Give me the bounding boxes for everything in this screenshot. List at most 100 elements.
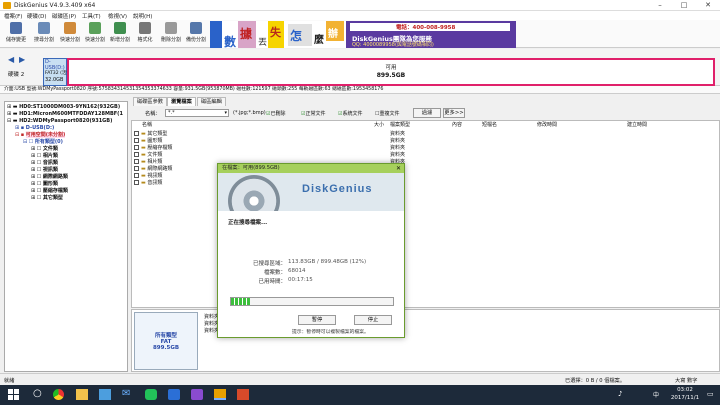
prev-disk-arrow-icon[interactable]: ◀ [8, 55, 14, 64]
tree-type-item[interactable]: ⊞ ☐ 相片類 [31, 153, 58, 160]
menu-tools[interactable]: 工具(T) [82, 12, 101, 20]
more-button[interactable]: 更多>> [443, 108, 465, 118]
tree-type-item[interactable]: ⊞ ☐ 網際網路類 [31, 174, 68, 181]
file-explorer-icon[interactable] [76, 389, 88, 400]
searched-value: 113.83GB / 899.48GB (12%) [288, 259, 367, 265]
table-row[interactable]: ▬ 圖形類 資料夾 [134, 138, 405, 145]
menu-view[interactable]: 檢視(V) [108, 12, 127, 20]
folder-icon: ▬ [141, 152, 146, 158]
tree-disk-hd2[interactable]: ⊟ ▬ HD2:WDMyPassport0820(931GB) [7, 118, 112, 125]
row-checkbox[interactable] [134, 180, 139, 185]
app-icon[interactable] [168, 389, 180, 400]
tree-type-item[interactable]: ⊞ ☐ 其它類型 [31, 195, 63, 202]
partition-block-dusb[interactable]: D-USB(D:) FAT32 (活動) 32.0GB [43, 58, 73, 86]
duplicate-files-checkbox[interactable]: ☐重複文件 [375, 110, 400, 117]
files-value: 68014 [288, 268, 306, 274]
pause-button[interactable]: 暫停 [298, 315, 336, 325]
free-space-block[interactable]: 可用 899.5GB [67, 58, 715, 86]
input-lang[interactable]: 中 [653, 390, 659, 399]
row-checkbox[interactable] [134, 131, 139, 136]
tab-browse-files[interactable]: 瀏覽檔案 [167, 97, 196, 106]
tree-type-item[interactable]: ⊞ ☐ 壓縮存檔類 [31, 188, 68, 195]
notification-icon[interactable]: ▭ [707, 390, 714, 398]
recover-file-button[interactable]: 快速分割 [56, 21, 84, 47]
tree-type-item[interactable]: ⊞ ☐ 圖形類 [31, 181, 58, 188]
col-size[interactable]: 大小 [374, 121, 384, 129]
disk-tree[interactable]: ⊞ ▬ HD0:ST1000DM003-9YN162(932GB) ⊞ ▬ HD… [4, 101, 128, 372]
menu-partition[interactable]: 磁碟區(P) [52, 12, 76, 20]
search-icon[interactable]: ○ [33, 388, 42, 399]
row-checkbox[interactable] [134, 152, 139, 157]
quick-partition-button[interactable]: 快速分割 [81, 21, 109, 47]
folder-icon: ▬ [141, 166, 146, 172]
table-row[interactable]: ▬ 其它類型 資料夾 [134, 131, 405, 138]
clock-time[interactable]: 03:02 [670, 387, 700, 393]
free-size: 899.5GB [376, 72, 406, 79]
diskgenius-taskbar-icon[interactable] [214, 389, 226, 400]
name-filter-input[interactable]: *.* ▾ [165, 109, 229, 117]
filter-button[interactable]: 過濾 [413, 108, 441, 118]
row-checkbox[interactable] [134, 145, 139, 150]
chrome-icon[interactable] [53, 389, 64, 400]
banner-char: 怎 [290, 29, 303, 43]
row-checkbox[interactable] [134, 138, 139, 143]
row-checkbox[interactable] [134, 173, 139, 178]
save-changes-button[interactable]: 儲存變更 [2, 21, 30, 47]
menu-file[interactable]: 檔案(F) [4, 12, 22, 20]
next-disk-arrow-icon[interactable]: ▶ [19, 55, 25, 64]
tab-sector-editor[interactable]: 磁區編輯 [197, 97, 226, 106]
tree-partition-dusb[interactable]: ⊞ ▪ D-USB(D:) [15, 125, 54, 132]
mail-icon[interactable]: ✉ [122, 388, 130, 399]
table-row[interactable]: ▬ 視訊類資料夾 [134, 173, 405, 180]
system-files-checkbox[interactable]: ☑系統文件 [338, 110, 363, 117]
table-row[interactable]: ▬ 壓縮存檔類 資料夾 [134, 145, 405, 152]
dialog-status: 正在搜尋檔案... [228, 220, 268, 226]
table-row[interactable]: ▬ 音訊類資料夾 [134, 180, 405, 187]
ad-banner[interactable]: 數 據 丟 失 怎 麼 辦 電話：400-008-9958 DiskGenius… [210, 21, 516, 49]
dialog-close-icon[interactable]: ✕ [396, 164, 401, 173]
row-checkbox[interactable] [134, 166, 139, 171]
menu-help[interactable]: 說明(H) [133, 12, 152, 20]
searched-label: 已搜尋區域： [252, 261, 286, 267]
app-icon[interactable] [191, 389, 203, 400]
tree-type-item[interactable]: ⊞ ☐ 視訊類 [31, 167, 58, 174]
volume-icon[interactable]: ♪ [618, 390, 622, 398]
col-type[interactable]: 檔案類型 [390, 121, 410, 129]
tree-free-space[interactable]: ⊟ ▪ 可用空間(未分割) [15, 132, 66, 139]
col-name[interactable]: 名稱 [142, 121, 152, 129]
delete-partition-button[interactable]: 刪除分割 [157, 21, 185, 47]
close-button[interactable]: ✕ [696, 1, 720, 10]
tree-type-item[interactable]: ⊞ ☐ 音訊類 [31, 160, 58, 167]
col-attr[interactable]: 內容 [452, 121, 462, 129]
table-row[interactable]: ▬ 網際網路類資料夾 [134, 166, 405, 173]
deleted-checkbox[interactable]: ☑已刪除 [266, 110, 286, 117]
search-progress-bar [230, 297, 394, 306]
clock-date[interactable]: 2017/11/1 [665, 395, 705, 401]
tree-all-types[interactable]: ⊟ ☐ 所有類型(0) [23, 139, 63, 146]
tab-partition-params[interactable]: 磁碟區參數 [133, 97, 167, 106]
col-created[interactable]: 建立時間 [627, 121, 647, 129]
windows-start-icon[interactable] [8, 389, 19, 400]
tree-disk-hd0[interactable]: ⊞ ▬ HD0:ST1000DM003-9YN162(932GB) [7, 104, 120, 111]
free-label: 可用 [385, 65, 397, 71]
format-button[interactable]: 格式化 [131, 21, 159, 47]
minimize-button[interactable]: – [648, 1, 672, 10]
tree-type-item[interactable]: ⊞ ☐ 文件類 [31, 146, 58, 153]
tree-disk-hd1[interactable]: ⊞ ▬ HD1:MicronM600MTFDDAY128MBF(1 [7, 111, 123, 118]
backup-partition-button[interactable]: 備份分割 [182, 21, 210, 47]
folder-icon: ▬ [141, 159, 146, 165]
row-checkbox[interactable] [134, 159, 139, 164]
new-partition-button[interactable]: 新增分割 [106, 21, 134, 47]
table-row[interactable]: ▬ 文件類 資料夾 [134, 152, 405, 159]
maximize-button[interactable]: □ [672, 1, 696, 10]
col-shortname[interactable]: 短檔名 [482, 121, 497, 129]
menu-disk[interactable]: 硬碟(D) [27, 12, 47, 20]
app-icon[interactable] [237, 389, 249, 400]
search-partition-button[interactable]: 搜尋分割 [30, 21, 58, 47]
line-icon[interactable] [145, 389, 157, 400]
table-row[interactable]: ▬ 相片類 資料夾 [134, 159, 405, 166]
col-modified[interactable]: 修改時間 [537, 121, 557, 129]
store-icon[interactable] [99, 389, 111, 400]
normal-files-checkbox[interactable]: ☑正常文件 [301, 110, 326, 117]
stop-button[interactable]: 停止 [354, 315, 392, 325]
